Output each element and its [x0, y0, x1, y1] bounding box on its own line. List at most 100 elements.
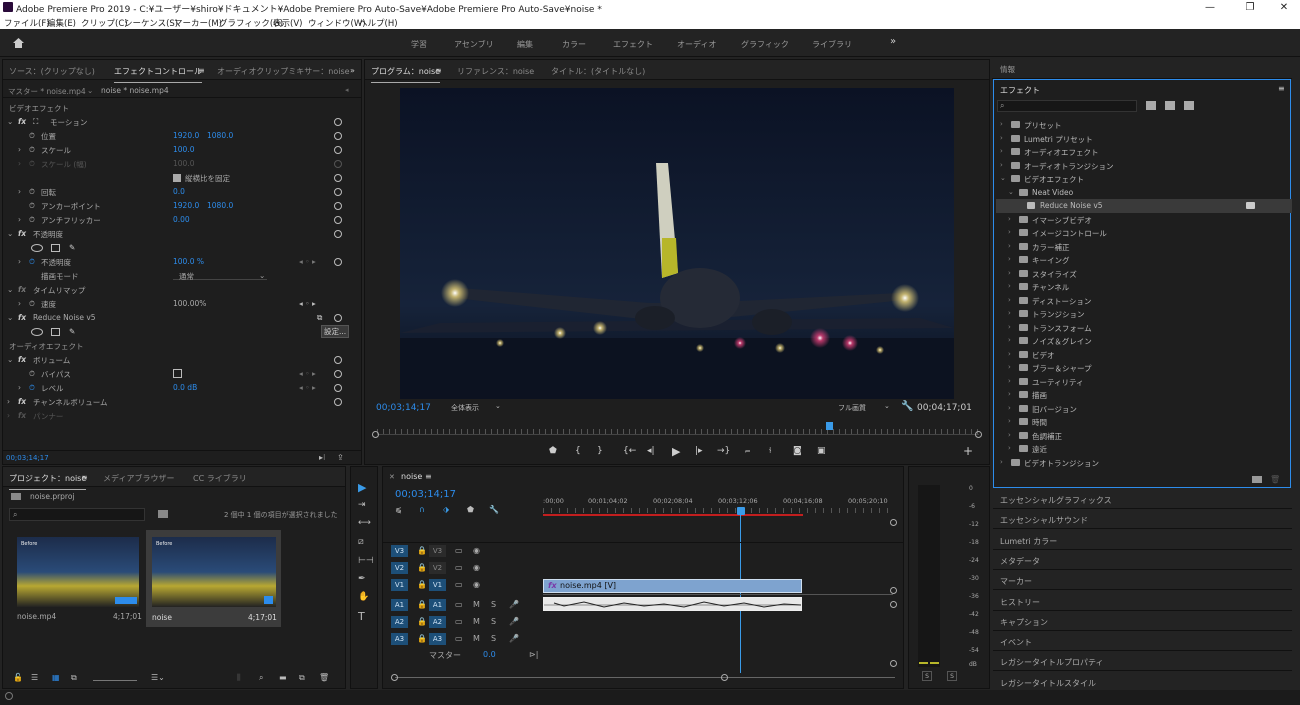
freeform-view-icon[interactable]: ⧉ — [71, 673, 77, 683]
more-tabs-icon[interactable]: » — [350, 66, 355, 75]
menu-help[interactable]: ヘルプ(H) — [359, 17, 398, 29]
effect-reduce-noise[interactable]: ⌄ fx Reduce Noise v5 ⧉ — [3, 311, 348, 325]
effects-tree-item[interactable]: ⌄ ビデオエフェクト — [996, 172, 1292, 186]
add-marker-icon[interactable]: ⬟ — [549, 446, 557, 456]
new-bin-icon[interactable]: ▬ — [279, 673, 287, 682]
chevron-right-icon[interactable]: › — [1008, 336, 1011, 344]
sort-icon[interactable]: ☰⌄ — [151, 673, 165, 682]
prop-blend-mode[interactable]: 描画モード 通常 ⌄ — [3, 269, 348, 283]
menu-clip[interactable]: クリップ(C) — [81, 17, 128, 29]
chevron-right-icon[interactable]: › — [1008, 282, 1011, 290]
track-v1[interactable]: V1 🔒 V1 ▭ ◉ fx noise.mp4 [V] — [389, 577, 889, 594]
effects-tree-item[interactable]: › 遠近 — [996, 442, 1292, 456]
track-select-tool-icon[interactable]: ⇥ — [358, 500, 366, 510]
go-to-in-icon[interactable]: {← — [623, 446, 636, 456]
effects-tree-item[interactable]: › プリセット — [996, 118, 1292, 132]
chevron-right-icon[interactable]: › — [1008, 390, 1011, 398]
prop-speed[interactable]: › ⏱ 速度 100.00% ◂ ◦ ▸ — [3, 297, 348, 311]
ws-assembly[interactable]: アセンブリ — [454, 39, 494, 50]
mask-tools[interactable]: ✎ — [3, 241, 348, 255]
effect-time-remap[interactable]: ⌄ fx タイムリマップ — [3, 283, 348, 297]
chevron-right-icon[interactable]: › — [1008, 269, 1011, 277]
collapsed-panel[interactable]: エッセンシャルグラフィックス — [993, 489, 1292, 509]
menu-file[interactable]: ファイル(F) — [4, 17, 50, 29]
horizontal-scroll[interactable] — [395, 677, 895, 678]
program-menu-icon[interactable]: ≡ — [435, 66, 442, 75]
chevron-right-icon[interactable]: › — [1008, 431, 1011, 439]
delete-effect-icon[interactable]: 🗑 — [1270, 475, 1280, 484]
ec-timecode[interactable]: 00;03;14;17 — [6, 454, 49, 462]
effects-tree-item[interactable]: › ノイズ＆グレイン — [996, 334, 1292, 348]
timeline-marker-icon[interactable]: ⬟ — [467, 505, 474, 514]
program-scrubber[interactable] — [377, 429, 979, 435]
new-item-icon[interactable]: ⧉ — [299, 673, 305, 683]
track-v3[interactable]: V3 🔒 V3 ▭ ◉ — [389, 543, 889, 560]
effects-tree-item[interactable]: › 色調補正 — [996, 429, 1292, 443]
export-frame-icon[interactable]: ◙ — [793, 446, 802, 456]
track-a1[interactable]: A1 🔒 A1 ▭ M S 🎤 — [389, 597, 889, 614]
prop-bypass[interactable]: ⏱ バイパス ◂ ◦ ▸ — [3, 367, 348, 381]
ws-effects[interactable]: エフェクト — [613, 39, 653, 50]
effects-tree-item[interactable]: › ユーティリティ — [996, 375, 1292, 389]
lock-icon[interactable]: 🔓 — [13, 673, 23, 682]
in-out-range[interactable] — [543, 514, 803, 516]
chevron-right-icon[interactable]: › — [1000, 134, 1003, 142]
hand-tool-icon[interactable]: ✋ — [358, 592, 369, 602]
list-view-icon[interactable]: ☰ — [31, 673, 38, 682]
extract-icon[interactable]: ⫮ — [769, 446, 771, 456]
tab-title[interactable]: タイトル：(タイトルなし) — [551, 66, 645, 77]
chevron-right-icon[interactable]: › — [1008, 309, 1011, 317]
automate-icon[interactable]: ⫼ — [237, 673, 241, 683]
solo-left-button[interactable]: S — [922, 671, 932, 681]
chevron-down-icon[interactable]: ⌄ — [87, 86, 93, 95]
chevron-down-icon[interactable]: ⌄ — [1000, 174, 1006, 182]
menu-edit[interactable]: 編集(E) — [47, 17, 76, 29]
chevron-right-icon[interactable]: › — [1000, 147, 1003, 155]
chevron-right-icon[interactable]: › — [1008, 296, 1011, 304]
collapsed-panel[interactable]: Lumetri カラー — [993, 530, 1292, 550]
chevron-right-icon[interactable]: › — [1000, 161, 1003, 169]
ripple-edit-tool-icon[interactable]: ⟷ — [358, 518, 371, 528]
collapsed-panel[interactable]: レガシータイトルプロパティ — [993, 651, 1292, 672]
type-tool-icon[interactable]: T — [358, 610, 365, 623]
timeline-timecode[interactable]: 00;03;14;17 — [395, 489, 456, 500]
find-icon[interactable]: ⌕ — [259, 673, 263, 683]
effects-search-input[interactable]: ⌕ — [997, 100, 1137, 112]
track-master[interactable]: マスター 0.0 ⊳| — [389, 648, 539, 662]
tab-media-browser[interactable]: メディアブラウザー — [103, 473, 174, 484]
effects-tree-item[interactable]: › イメージコントロール — [996, 226, 1292, 240]
chevron-right-icon[interactable]: › — [1008, 215, 1011, 223]
prop-opacity[interactable]: › ⏱ 不透明度 100.0 % ◂ ◦ ▸ — [3, 255, 348, 269]
collapsed-panel[interactable]: レガシータイトルスタイル — [993, 672, 1292, 692]
prop-scale[interactable]: › ⏱ スケール 100.0 — [3, 143, 348, 157]
tab-effect-controls[interactable]: エフェクトコントロール — [114, 66, 202, 83]
tab-audio-clip-mixer[interactable]: オーディオクリップミキサー：noise — [217, 66, 350, 77]
collapsed-panel[interactable]: イベント — [993, 631, 1292, 652]
track-a3[interactable]: A3 🔒 A3 ▭ M S 🎤 — [389, 631, 889, 648]
32bit-effects-icon[interactable] — [1165, 101, 1175, 110]
prop-level[interactable]: › ⏱ レベル 0.0 dB ◂ ◦ ▸ — [3, 381, 348, 395]
program-timecode[interactable]: 00;03;14;17 — [376, 403, 431, 413]
effects-tree-item[interactable]: › カラー補正 — [996, 240, 1292, 254]
audio-clip[interactable] — [543, 597, 802, 611]
collapsed-panel[interactable]: メタデータ — [993, 550, 1292, 570]
minimize-button[interactable]: — — [1192, 0, 1228, 15]
prop-anchor[interactable]: ⏱ アンカーポイント 1920.0 1080.0 — [3, 199, 348, 213]
scroll-handle-right[interactable] — [975, 431, 982, 438]
collapsed-panel[interactable]: キャプション — [993, 611, 1292, 631]
effects-tree-item[interactable]: › トランジション — [996, 307, 1292, 321]
new-search-bin-icon[interactable] — [158, 510, 168, 518]
step-back-icon[interactable]: ◂| — [647, 446, 655, 456]
wrench-icon[interactable]: 🔧 — [901, 401, 913, 412]
menu-marker[interactable]: マーカー(M) — [174, 17, 222, 29]
effects-tree-item[interactable]: ⌄ Neat Video — [996, 186, 1292, 200]
program-playhead[interactable] — [826, 422, 833, 430]
chevron-right-icon[interactable]: › — [1008, 377, 1011, 385]
effects-tree-item[interactable]: › チャンネル — [996, 280, 1292, 294]
tab-source[interactable]: ソース：(クリップなし) — [9, 66, 95, 77]
effect-opacity[interactable]: ⌄ fx 不透明度 — [3, 227, 348, 241]
zoom-slider[interactable] — [93, 673, 137, 681]
chevron-right-icon[interactable]: › — [1008, 363, 1011, 371]
panel-menu-icon[interactable]: ≡ — [198, 66, 205, 75]
menu-window[interactable]: ウィンドウ(W) — [308, 17, 366, 29]
